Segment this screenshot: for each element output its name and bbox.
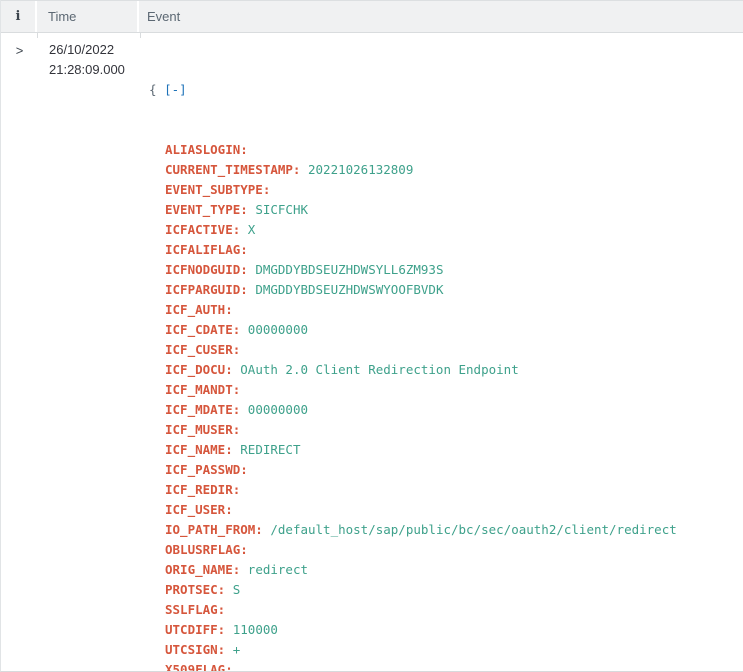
json-field-line: ICF_CDATE: 00000000: [149, 320, 743, 340]
json-field-key[interactable]: UTCDIFF:: [165, 622, 225, 637]
json-field-value[interactable]: SICFCHK: [255, 202, 308, 217]
json-field-line: EVENT_SUBTYPE:: [149, 180, 743, 200]
json-field-line: ICF_NAME: REDIRECT: [149, 440, 743, 460]
json-field-line: PROTSEC: S: [149, 580, 743, 600]
json-field-value[interactable]: DMGDDYBDSEUZHDWSYLL6ZM93S: [255, 262, 443, 277]
json-field-key[interactable]: ORIG_NAME:: [165, 562, 240, 577]
json-field-key[interactable]: OBLUSRFLAG:: [165, 542, 248, 557]
json-field-value[interactable]: 110000: [233, 622, 278, 637]
json-field-key[interactable]: ICF_MDATE:: [165, 402, 240, 417]
expand-event-toggle-icon[interactable]: >: [16, 41, 24, 61]
json-field-key[interactable]: CURRENT_TIMESTAMP:: [165, 162, 300, 177]
json-field-key[interactable]: ICFNODGUID:: [165, 262, 248, 277]
json-field-value[interactable]: S: [233, 582, 241, 597]
json-field-line: ICF_MUSER:: [149, 420, 743, 440]
json-field-key[interactable]: ICFACTIVE:: [165, 222, 240, 237]
json-field-value[interactable]: OAuth 2.0 Client Redirection Endpoint: [240, 362, 518, 377]
json-field-key[interactable]: ALIASLOGIN:: [165, 142, 248, 157]
json-field-line: SSLFLAG:: [149, 600, 743, 620]
column-header-info: i: [1, 1, 37, 32]
json-field-line: ICF_USER:: [149, 500, 743, 520]
json-field-key[interactable]: UTCSIGN:: [165, 642, 225, 657]
json-field-key[interactable]: ICF_MUSER:: [165, 422, 240, 437]
json-field-line: ICF_CUSER:: [149, 340, 743, 360]
json-field-key[interactable]: ICF_CUSER:: [165, 342, 240, 357]
json-field-key[interactable]: ICF_DOCU:: [165, 362, 233, 377]
event-row: > 26/10/2022 21:28:09.000 { [-] ALIASLOG…: [1, 33, 743, 672]
json-field-value[interactable]: 00000000: [248, 322, 308, 337]
json-field-value[interactable]: DMGDDYBDSEUZHDWSWYOOFBVDK: [255, 282, 443, 297]
json-field-line: X509FLAG:: [149, 660, 743, 672]
event-date-text: 26/10/2022: [49, 40, 141, 60]
json-field-line: ICF_MDATE: 00000000: [149, 400, 743, 420]
json-field-line: ICFACTIVE: X: [149, 220, 743, 240]
json-field-line: ICF_PASSWD:: [149, 460, 743, 480]
json-field-key[interactable]: IO_PATH_FROM:: [165, 522, 263, 537]
json-field-line: ORIG_NAME: redirect: [149, 560, 743, 580]
json-collapse-toggle[interactable]: [-]: [164, 82, 187, 97]
json-field-value[interactable]: /default_host/sap/public/bc/sec/oauth2/c…: [270, 522, 676, 537]
json-field-line: OBLUSRFLAG:: [149, 540, 743, 560]
event-cell: { [-] ALIASLOGIN: CURRENT_TIMESTAMP: 2022…: [141, 33, 743, 672]
json-field-line: ALIASLOGIN:: [149, 140, 743, 160]
json-field-line: ICF_DOCU: OAuth 2.0 Client Redirection E…: [149, 360, 743, 380]
json-field-line: ICF_AUTH:: [149, 300, 743, 320]
json-field-line: ICFNODGUID: DMGDDYBDSEUZHDWSYLL6ZM93S: [149, 260, 743, 280]
json-field-key[interactable]: EVENT_SUBTYPE:: [165, 182, 270, 197]
json-field-key[interactable]: ICF_MANDT:: [165, 382, 240, 397]
json-field-key[interactable]: ICFPARGUID:: [165, 282, 248, 297]
json-field-value[interactable]: REDIRECT: [240, 442, 300, 457]
event-time-text: 21:28:09.000: [49, 60, 141, 80]
table-header: i Time Event: [1, 0, 743, 33]
json-open-line: { [-]: [149, 80, 743, 100]
json-field-value[interactable]: X: [248, 222, 256, 237]
json-field-value[interactable]: 20221026132809: [308, 162, 413, 177]
json-field-value[interactable]: redirect: [248, 562, 308, 577]
json-field-line: ICFPARGUID: DMGDDYBDSEUZHDWSWYOOFBVDK: [149, 280, 743, 300]
json-field-key[interactable]: ICF_CDATE:: [165, 322, 240, 337]
json-field-line: IO_PATH_FROM: /default_host/sap/public/b…: [149, 520, 743, 540]
event-info-cell: >: [1, 33, 38, 672]
json-field-line: EVENT_TYPE: SICFCHK: [149, 200, 743, 220]
json-field-key[interactable]: PROTSEC:: [165, 582, 225, 597]
json-field-key[interactable]: ICF_PASSWD:: [165, 462, 248, 477]
json-field-line: ICFALIFLAG:: [149, 240, 743, 260]
json-field-value[interactable]: +: [233, 642, 241, 657]
column-header-time: Time: [37, 1, 139, 32]
events-table: i Time Event > 26/10/2022 21:28:09.000 {…: [0, 0, 743, 672]
json-field-line: ICF_MANDT:: [149, 380, 743, 400]
json-field-line: UTCDIFF: 110000: [149, 620, 743, 640]
open-brace: {: [149, 82, 157, 97]
json-field-line: UTCSIGN: +: [149, 640, 743, 660]
json-field-key[interactable]: ICFALIFLAG:: [165, 242, 248, 257]
json-field-key[interactable]: ICF_REDIR:: [165, 482, 240, 497]
json-field-key[interactable]: ICF_USER:: [165, 502, 233, 517]
json-field-value[interactable]: 00000000: [248, 402, 308, 417]
json-field-line: CURRENT_TIMESTAMP: 20221026132809: [149, 160, 743, 180]
column-header-event: Event: [139, 1, 743, 32]
event-json: { [-] ALIASLOGIN: CURRENT_TIMESTAMP: 2022…: [149, 40, 743, 672]
json-field-key[interactable]: X509FLAG:: [165, 662, 233, 672]
json-field-line: ICF_REDIR:: [149, 480, 743, 500]
json-field-key[interactable]: SSLFLAG:: [165, 602, 225, 617]
json-field-key[interactable]: ICF_NAME:: [165, 442, 233, 457]
json-fields: ALIASLOGIN: CURRENT_TIMESTAMP: 2022102613…: [149, 140, 743, 672]
json-field-key[interactable]: ICF_AUTH:: [165, 302, 233, 317]
json-field-key[interactable]: EVENT_TYPE:: [165, 202, 248, 217]
event-time[interactable]: 26/10/2022 21:28:09.000: [38, 33, 141, 672]
